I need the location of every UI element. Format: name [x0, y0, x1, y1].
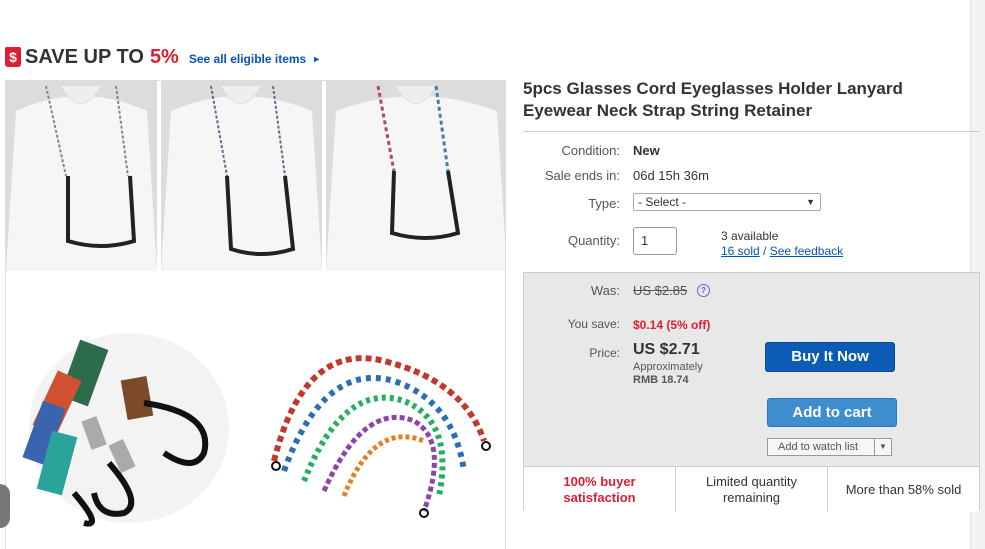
sold-feedback-links: 16 sold / See feedback — [721, 244, 843, 258]
type-select[interactable]: - Select - ▼ — [633, 193, 821, 211]
quantity-input[interactable]: 1 — [633, 227, 677, 255]
product-photo-closeup — [14, 323, 234, 533]
limited-quantity-badge: Limited quantity remaining — [675, 467, 827, 512]
percent-sold-badge: More than 58% sold — [827, 467, 979, 512]
product-image-gallery[interactable] — [5, 80, 506, 549]
help-icon[interactable]: ? — [697, 284, 710, 297]
you-save-value: $0.14 (5% off) — [633, 318, 711, 332]
was-label: Was: — [590, 283, 620, 298]
condition-value: New — [633, 143, 660, 158]
add-to-watch-list-button[interactable]: Add to watch list ▼ — [767, 438, 892, 456]
condition-label: Condition: — [561, 143, 620, 158]
link-separator: / — [763, 244, 767, 258]
title-divider — [523, 131, 980, 132]
product-photo-cords — [264, 321, 494, 521]
product-photo-3 — [326, 81, 505, 271]
sale-ends-label: Sale ends in: — [544, 168, 620, 183]
chevron-down-icon: ▼ — [806, 197, 815, 207]
was-price: US $2.85 — [633, 283, 688, 298]
price-label: Price: — [589, 346, 620, 360]
sale-ends-value: 06d 15h 36m — [633, 168, 709, 183]
chevron-down-icon[interactable]: ▼ — [874, 439, 891, 455]
watch-list-label: Add to watch list — [778, 441, 859, 453]
promo-percent: 5% — [149, 45, 179, 68]
product-title: 5pcs Glasses Cord Eyeglasses Holder Lany… — [523, 79, 903, 120]
buy-it-now-button[interactable]: Buy It Now — [765, 342, 895, 372]
approx-label: Approximately — [633, 361, 703, 373]
type-select-value: - Select - — [638, 195, 687, 209]
available-count: 3 available — [721, 229, 779, 243]
quantity-label: Quantity: — [567, 233, 620, 248]
product-photo-1 — [6, 81, 157, 271]
promo-save-text: SAVE UP TO — [25, 45, 144, 68]
add-to-cart-button[interactable]: Add to cart — [767, 398, 897, 427]
promo-banner: $ SAVE UP TO 5% See all eligible items ► — [5, 44, 321, 70]
product-photo-2 — [161, 81, 322, 271]
price-value: US $2.71 — [633, 341, 700, 358]
buyer-satisfaction-badge: 100% buyer satisfaction — [563, 473, 636, 505]
rmb-price: RMB 18.74 — [633, 374, 689, 386]
feedback-tab[interactable] — [0, 484, 10, 528]
sold-count-link[interactable]: 16 sold — [721, 244, 760, 258]
type-label: Type: — [588, 196, 620, 211]
you-save-label: You save: — [567, 317, 620, 331]
see-feedback-link[interactable]: See feedback — [770, 244, 843, 258]
see-eligible-items-link[interactable]: See all eligible items — [189, 52, 306, 66]
arrow-right-icon[interactable]: ► — [312, 54, 321, 64]
trust-badges: 100% buyer satisfaction Limited quantity… — [524, 466, 979, 512]
dollar-tag-icon: $ — [5, 47, 21, 67]
